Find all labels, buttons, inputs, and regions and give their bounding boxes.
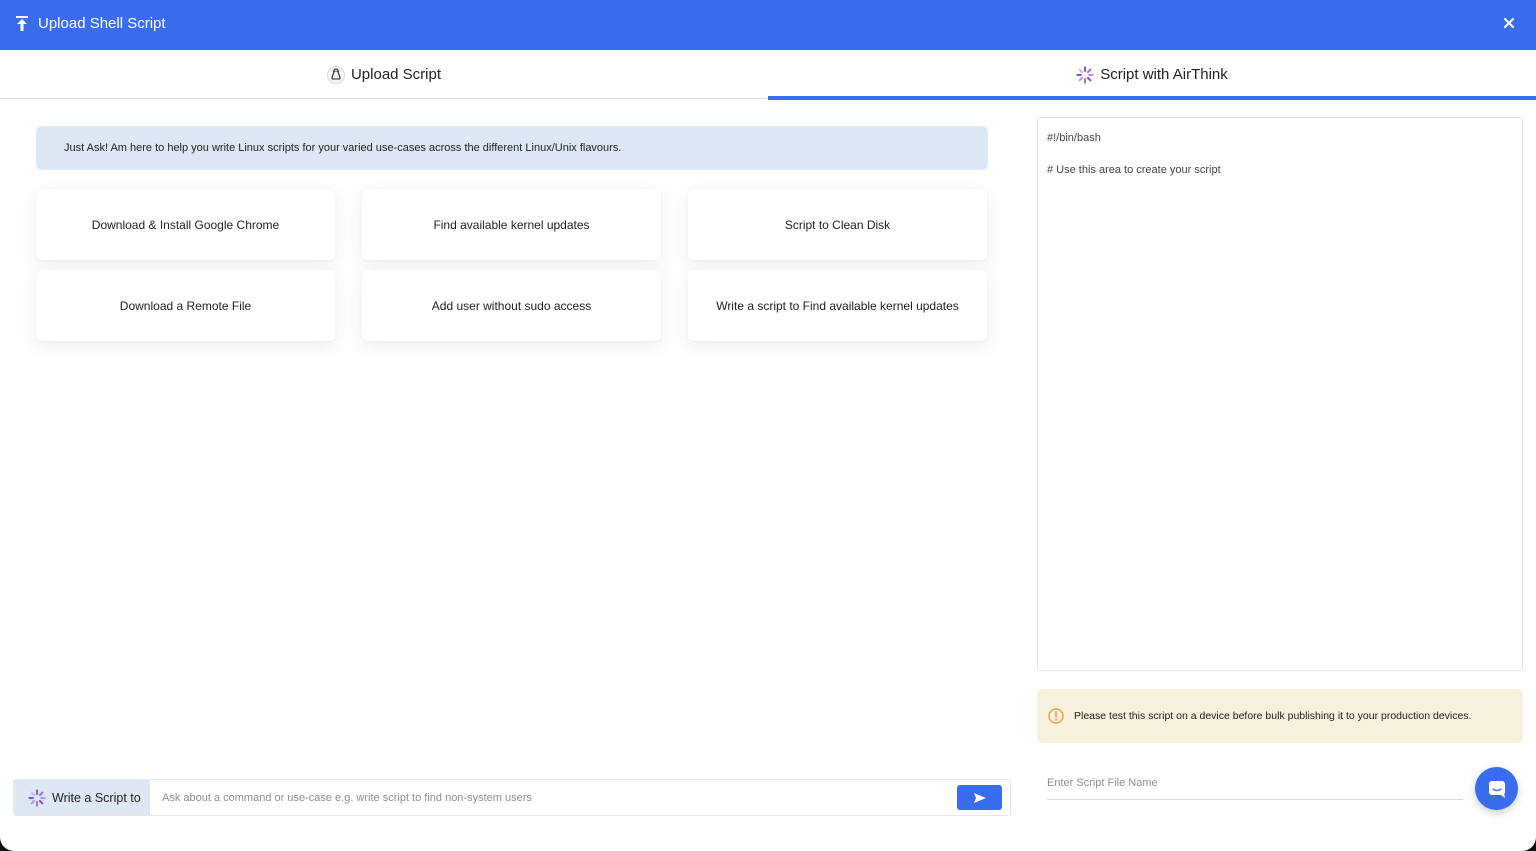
editor-line: #!/bin/bash	[1047, 132, 1101, 144]
linux-penguin-icon	[326, 65, 345, 84]
tab-upload-script[interactable]: Upload Script	[0, 50, 768, 99]
warning-notice: Please test this script on a device befo…	[1037, 689, 1523, 743]
suggestion-card[interactable]: Download a Remote File	[36, 270, 335, 341]
tab-bar: Upload Script Script with AirThink	[0, 50, 1536, 100]
prompt-bar: Write a Script to	[13, 779, 1011, 816]
dialog-titlebar: Upload Shell Script	[0, 0, 1536, 50]
info-icon	[1048, 708, 1064, 724]
suggestion-label: Script to Clean Disk	[784, 217, 891, 232]
send-icon	[973, 792, 986, 803]
tab-script-with-airthink[interactable]: Script with AirThink	[768, 50, 1536, 100]
suggestion-label: Add user without sudo access	[431, 298, 592, 313]
suggestion-card[interactable]: Script to Clean Disk	[688, 189, 987, 260]
prompt-label: Write a Script to	[14, 780, 150, 815]
airthink-spinner-icon	[28, 788, 46, 807]
script-editor[interactable]: #!/bin/bash # Use this area to create yo…	[1037, 117, 1523, 671]
suggestion-label: Write a script to Find available kernel …	[716, 298, 959, 313]
window-corner	[1508, 823, 1536, 851]
warning-text: Please test this script on a device befo…	[1074, 710, 1472, 722]
tab-upload-script-label: Upload Script	[350, 66, 442, 83]
window-corner	[0, 823, 28, 851]
suggestion-card[interactable]: Add user without sudo access	[362, 270, 661, 341]
suggestion-label: Download a Remote File	[119, 298, 252, 313]
tab-airthink-label: Script with AirThink	[1100, 66, 1228, 83]
dialog-title: Upload Shell Script	[38, 15, 166, 32]
airthink-spinner-icon	[1076, 65, 1094, 84]
editor-line: # Use this area to create your script	[1047, 164, 1221, 176]
send-button[interactable]	[957, 785, 1002, 810]
help-banner-text: Just Ask! Am here to help you write Linu…	[64, 142, 622, 154]
chat-launcher-button[interactable]	[1475, 767, 1518, 810]
prompt-label-text: Write a Script to	[52, 790, 141, 805]
suggestion-card[interactable]: Write a script to Find available kernel …	[688, 270, 987, 341]
chat-icon	[1488, 780, 1505, 798]
suggestion-card[interactable]: Find available kernel updates	[362, 189, 661, 260]
prompt-input[interactable]	[162, 786, 952, 810]
script-filename-input[interactable]	[1047, 766, 1463, 800]
suggestion-card[interactable]: Download & Install Google Chrome	[36, 189, 335, 260]
suggestion-label: Download & Install Google Chrome	[91, 217, 280, 232]
help-banner: Just Ask! Am here to help you write Linu…	[36, 126, 988, 170]
close-icon[interactable]	[1498, 12, 1520, 34]
suggestion-label: Find available kernel updates	[433, 217, 590, 232]
upload-icon	[16, 16, 28, 31]
